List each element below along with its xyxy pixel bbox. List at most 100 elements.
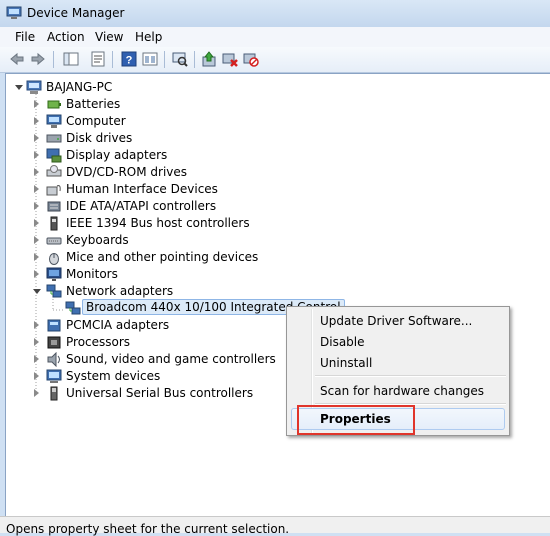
toolbar-separator [53, 51, 54, 68]
hid-icon [46, 185, 61, 196]
tree-item-label: Mice and other pointing devices [66, 250, 259, 264]
tree-item-computer[interactable]: Computer [34, 113, 334, 130]
expand-arrow-icon[interactable] [34, 202, 39, 210]
tree-item-ieee1394[interactable]: IEEE 1394 Bus host controllers [34, 215, 334, 232]
menu-help[interactable]: Help [135, 30, 162, 44]
tree-item-keyboards[interactable]: Keyboards [34, 232, 334, 249]
tree-item-label: Network adapters [66, 284, 174, 298]
tree-item-display-adapters[interactable]: Display adapters [34, 147, 334, 164]
ide-controller-icon [47, 201, 61, 212]
menu-disable[interactable]: Disable [320, 335, 365, 349]
processor-icon [47, 336, 61, 349]
menu-bar: File Action View Help [0, 27, 550, 47]
highlight-callout [297, 405, 415, 435]
sound-icon [47, 352, 60, 367]
disable-icon[interactable] [222, 51, 238, 67]
toolbar: ? [0, 47, 550, 73]
mouse-icon [49, 253, 59, 265]
status-text: Opens property sheet for the current sel… [6, 522, 290, 536]
expand-arrow-icon[interactable] [34, 321, 39, 329]
expand-arrow-icon[interactable] [34, 338, 39, 346]
scan-icon[interactable] [172, 51, 188, 67]
tree-item-human-interface-devices[interactable]: Human Interface Devices [34, 181, 334, 198]
expand-arrow-icon[interactable] [34, 100, 39, 108]
tree-item-label: DVD/CD-ROM drives [66, 165, 188, 179]
collapse-arrow-icon[interactable] [15, 85, 23, 90]
tree-item-batteries[interactable]: Batteries [34, 96, 334, 113]
window-title: Device Manager [27, 6, 125, 20]
tree-item-broadcom-adapter[interactable]: Broadcom 440x 10/100 Integrated Control [51, 299, 345, 317]
tree-item-monitors[interactable]: Monitors [34, 266, 334, 283]
expand-arrow-icon[interactable] [34, 253, 39, 261]
expand-arrow-icon[interactable] [34, 151, 39, 159]
expand-arrow-icon[interactable] [34, 270, 39, 278]
network-adapter-icon [46, 284, 62, 298]
help-icon[interactable]: ? [121, 51, 137, 67]
svg-text:?: ? [126, 55, 133, 67]
expand-arrow-icon[interactable] [34, 185, 39, 193]
back-icon[interactable] [9, 51, 25, 67]
properties-icon[interactable] [90, 51, 106, 67]
tree-item-label: IDE ATA/ATAPI controllers [66, 199, 217, 213]
device-manager-icon [6, 6, 22, 19]
tree-item-label: Universal Serial Bus controllers [66, 386, 254, 400]
menu-separator [315, 375, 506, 377]
pcmcia-icon [47, 319, 61, 332]
expand-arrow-icon[interactable] [34, 219, 39, 227]
expand-arrow-icon[interactable] [34, 168, 39, 176]
toolbar-separator [164, 51, 165, 68]
device-tree-panel[interactable]: BAJANG-PC Batteries Computer Disk drives [5, 73, 550, 516]
tree-item-label: Monitors [66, 267, 118, 281]
tree-root-label: BAJANG-PC [46, 80, 113, 94]
expand-arrow-icon[interactable] [34, 372, 39, 380]
show-hidden-icon[interactable] [142, 51, 158, 67]
menu-update-driver[interactable]: Update Driver Software... [320, 314, 472, 328]
tree-item-network-adapters[interactable]: Network adapters [33, 283, 334, 300]
tree-item-label: System devices [66, 369, 161, 383]
computer-icon [26, 80, 42, 94]
monitor-icon [46, 267, 62, 281]
title-bar: Device Manager [0, 0, 550, 27]
menu-action[interactable]: Action [47, 30, 85, 44]
tree-item-label: IEEE 1394 Bus host controllers [66, 216, 250, 230]
forward-icon[interactable] [30, 51, 46, 67]
tree-root[interactable]: BAJANG-PC [15, 79, 316, 96]
update-driver-icon[interactable] [201, 51, 217, 67]
toolbar-separator [112, 51, 113, 68]
tree-item-label: Sound, video and game controllers [66, 352, 276, 366]
keyboard-icon [46, 237, 62, 245]
tree-item-label: Batteries [66, 97, 121, 111]
menu-uninstall[interactable]: Uninstall [320, 356, 372, 370]
menu-scan-hardware[interactable]: Scan for hardware changes [320, 384, 484, 398]
tree-item-ide-controllers[interactable]: IDE ATA/ATAPI controllers [34, 198, 334, 215]
computer-icon [46, 114, 62, 128]
ieee1394-icon [50, 216, 58, 231]
disk-drive-icon [46, 134, 62, 143]
tree-item-mice[interactable]: Mice and other pointing devices [34, 249, 334, 266]
tree-item-dvd-drives[interactable]: DVD/CD-ROM drives [34, 164, 334, 181]
menu-view[interactable]: View [95, 30, 123, 44]
tree-item-label: Processors [66, 335, 131, 349]
expand-arrow-icon[interactable] [34, 134, 39, 142]
tree-item-label: Disk drives [66, 131, 133, 145]
uninstall-icon[interactable] [243, 51, 259, 67]
menu-file[interactable]: File [15, 30, 35, 44]
tree-item-label: Computer [66, 114, 126, 128]
display-adapter-icon [46, 148, 62, 163]
expand-arrow-icon[interactable] [34, 389, 39, 397]
tree-item-label: Display adapters [66, 148, 168, 162]
tree-item-label: Keyboards [66, 233, 129, 247]
expand-arrow-icon[interactable] [34, 355, 39, 363]
network-card-icon [65, 301, 81, 315]
expand-arrow-icon[interactable] [34, 117, 39, 125]
tree-item-label: PCMCIA adapters [66, 318, 170, 332]
battery-icon [47, 100, 61, 109]
tree-item-disk-drives[interactable]: Disk drives [34, 130, 334, 147]
collapse-arrow-icon[interactable] [33, 289, 41, 294]
expand-arrow-icon[interactable] [34, 236, 39, 244]
dvd-drive-icon [46, 165, 62, 177]
show-hide-tree-icon[interactable] [63, 51, 79, 67]
usb-icon [50, 386, 58, 401]
status-bar: Opens property sheet for the current sel… [0, 516, 550, 536]
system-devices-icon [46, 369, 62, 383]
